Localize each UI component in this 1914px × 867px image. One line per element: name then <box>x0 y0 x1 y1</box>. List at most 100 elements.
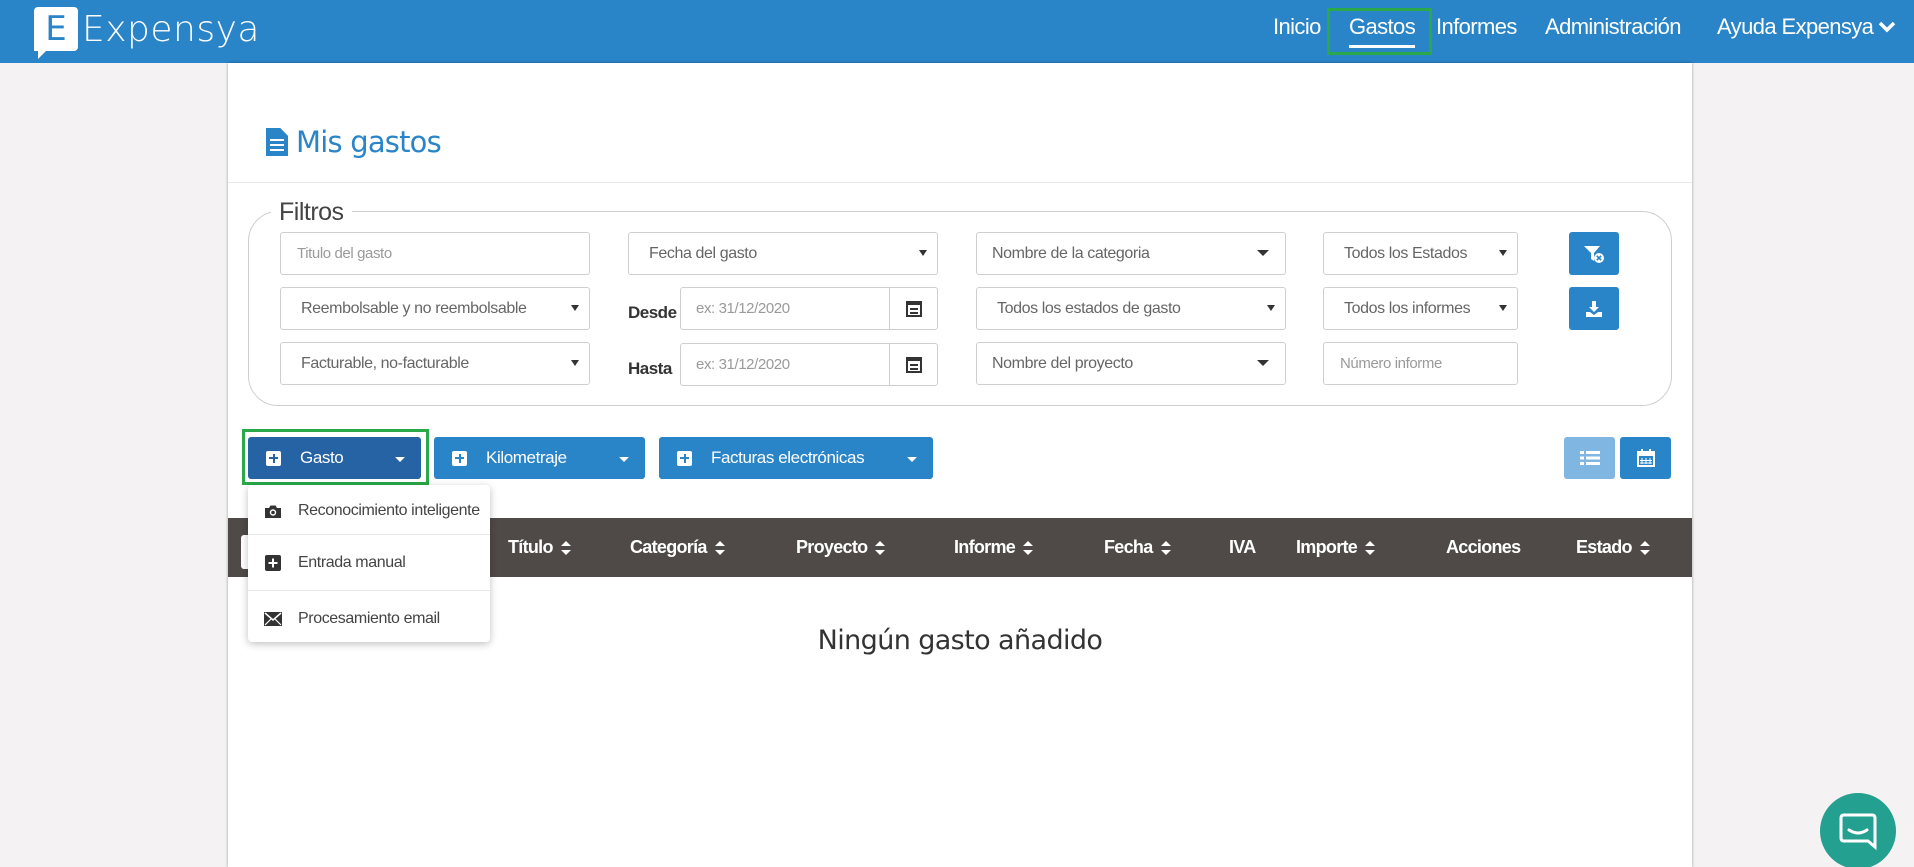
reports-select[interactable]: Todos los informes <box>1323 287 1518 330</box>
column-title[interactable]: Título <box>508 537 571 558</box>
column-status[interactable]: Estado <box>1576 537 1650 558</box>
chat-launcher[interactable] <box>1820 793 1896 867</box>
billable-select-value: Facturable, no-facturable <box>301 354 469 372</box>
caret-down-icon <box>1267 305 1275 311</box>
column-amount[interactable]: Importe <box>1296 537 1376 558</box>
filters-legend: Filtros <box>271 198 352 227</box>
caret-down-icon <box>619 457 629 462</box>
plus-square-icon <box>265 555 281 571</box>
caret-down-icon <box>919 250 927 256</box>
page-title-text: Mis gastos <box>296 125 442 159</box>
caret-down-icon <box>1499 305 1507 311</box>
column-status-label: Estado <box>1576 537 1633 557</box>
dropdown-divider <box>248 534 490 535</box>
caret-down-icon <box>1257 360 1269 366</box>
clear-filters-button[interactable] <box>1569 232 1619 275</box>
column-report[interactable]: Informe <box>954 537 1034 558</box>
dropdown-item-smart-recognition[interactable]: Reconocimiento inteligente <box>248 485 490 537</box>
report-number-input[interactable]: Número informe <box>1323 342 1518 385</box>
gasto-button-highlight <box>242 429 429 485</box>
download-button[interactable] <box>1569 287 1619 330</box>
caret-down-icon <box>571 360 579 366</box>
expensya-logo[interactable]: E Expensya <box>34 4 260 59</box>
column-project-label: Proyecto <box>796 537 868 557</box>
top-navbar: E Expensya Inicio Gastos Informes Admini… <box>0 0 1914 63</box>
status-select-value: Todos los Estados <box>1344 244 1468 262</box>
nav-inicio[interactable]: Inicio <box>1273 14 1321 40</box>
title-filter-input[interactable]: Titulo del gasto <box>280 232 590 275</box>
add-expense-dropdown: Reconocimiento inteligente Entrada manua… <box>248 485 490 642</box>
column-project[interactable]: Proyecto <box>796 537 886 558</box>
sort-icon <box>1160 540 1171 555</box>
from-date-placeholder: ex: 31/12/2020 <box>696 300 790 317</box>
nav-informes[interactable]: Informes <box>1436 14 1517 40</box>
calendar-icon <box>905 356 922 373</box>
column-category-label: Categoría <box>630 537 707 557</box>
list-icon <box>1579 451 1600 465</box>
caret-down-icon <box>1257 250 1269 256</box>
dropdown-item-label: Procesamiento email <box>298 610 440 627</box>
dropdown-item-label: Reconocimiento inteligente <box>298 502 480 519</box>
column-date-label: Fecha <box>1104 537 1153 557</box>
dropdown-item-label: Entrada manual <box>298 554 406 571</box>
column-title-label: Título <box>508 537 553 557</box>
page-title: Mis gastos <box>266 125 442 159</box>
to-calendar-button[interactable] <box>889 344 937 385</box>
sort-icon <box>714 540 725 555</box>
nav-help-menu[interactable]: Ayuda Expensya <box>1717 14 1896 40</box>
list-view-button[interactable] <box>1564 437 1615 479</box>
sort-icon <box>1639 540 1650 555</box>
dropdown-divider <box>248 590 490 591</box>
reimbursable-select[interactable]: Reembolsable y no reembolsable <box>280 287 590 330</box>
from-calendar-button[interactable] <box>889 288 937 329</box>
add-mileage-button[interactable]: Kilometraje <box>434 437 645 479</box>
plus-square-icon <box>452 450 467 466</box>
caret-down-icon <box>571 305 579 311</box>
to-date-input[interactable]: ex: 31/12/2020 <box>680 343 938 386</box>
column-vat-label: IVA <box>1229 537 1256 557</box>
dropdown-item-email-processing[interactable]: Procesamiento email <box>248 593 490 645</box>
column-amount-label: Importe <box>1296 537 1358 557</box>
caret-down-icon <box>907 457 917 462</box>
project-select[interactable]: Nombre del proyecto <box>976 342 1286 385</box>
column-actions-label: Acciones <box>1446 537 1521 557</box>
column-actions: Acciones <box>1446 537 1521 558</box>
calendar-icon <box>905 300 922 317</box>
column-date[interactable]: Fecha <box>1104 537 1171 558</box>
sort-icon <box>1365 540 1376 555</box>
billable-select[interactable]: Facturable, no-facturable <box>280 342 590 385</box>
column-report-label: Informe <box>954 537 1016 557</box>
add-mileage-label: Kilometraje <box>486 448 567 467</box>
expense-status-select-value: Todos los estados de gasto <box>997 299 1181 317</box>
envelope-icon <box>264 612 282 626</box>
from-label: Desde <box>628 303 677 322</box>
add-einvoice-label: Facturas electrónicas <box>711 448 865 467</box>
nav-administracion[interactable]: Administración <box>1545 14 1681 40</box>
column-category[interactable]: Categoría <box>630 537 725 558</box>
from-date-input[interactable]: ex: 31/12/2020 <box>680 287 938 330</box>
chat-icon <box>1839 813 1877 851</box>
column-vat: IVA <box>1229 537 1256 558</box>
calendar-view-button[interactable] <box>1620 437 1671 479</box>
document-icon <box>266 128 288 156</box>
gastos-highlight <box>1327 8 1432 55</box>
reimbursable-select-value: Reembolsable y no reembolsable <box>301 299 527 317</box>
dropdown-item-manual-entry[interactable]: Entrada manual <box>248 537 490 589</box>
category-select[interactable]: Nombre de la categoria <box>976 232 1286 275</box>
title-divider <box>228 182 1692 183</box>
main-panel: Mis gastos Filtros Titulo del gasto Fech… <box>228 63 1692 867</box>
chevron-down-icon <box>1879 21 1896 33</box>
status-select[interactable]: Todos los Estados <box>1323 232 1518 275</box>
add-einvoice-button[interactable]: Facturas electrónicas <box>659 437 933 479</box>
caret-down-icon <box>1499 250 1507 256</box>
logo-mark: E <box>34 7 78 59</box>
sort-icon <box>1023 540 1034 555</box>
calendar-icon <box>1636 449 1655 467</box>
camera-icon <box>265 505 281 518</box>
project-select-value: Nombre del proyecto <box>992 354 1133 372</box>
date-select[interactable]: Fecha del gasto <box>628 232 938 275</box>
to-date-placeholder: ex: 31/12/2020 <box>696 356 790 373</box>
expense-status-select[interactable]: Todos los estados de gasto <box>976 287 1286 330</box>
download-icon <box>1586 300 1602 317</box>
sort-icon <box>560 540 571 555</box>
